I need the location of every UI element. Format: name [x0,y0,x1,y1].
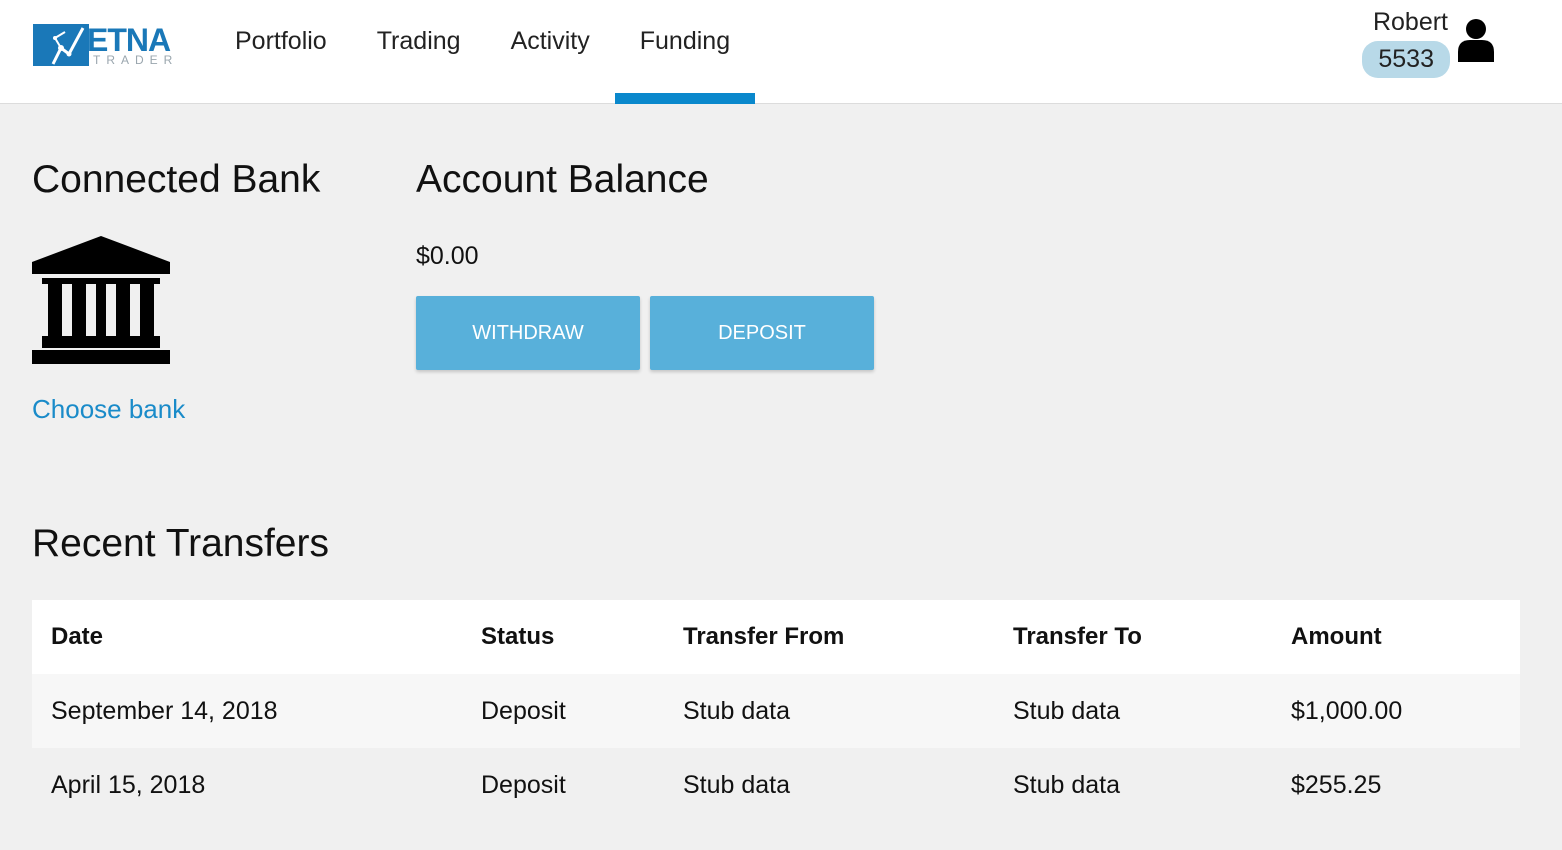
user-menu[interactable]: Robert 5533 [1296,6,1496,86]
bank-icon [32,236,170,364]
logo-subtitle: TRADER [93,53,179,67]
recent-transfers-title: Recent Transfers [32,522,329,565]
cell-transfer-from: Stub data [683,697,791,725]
column-header-transfer-from[interactable]: Transfer From [683,600,844,674]
top-navigation-bar: ETNA TRADER Portfolio Trading Activity F… [0,0,1562,104]
withdraw-button[interactable]: WITHDRAW [416,296,640,370]
cell-date: April 15, 2018 [51,771,206,799]
cell-status: Deposit [481,771,566,799]
table-header-row: Date Status Transfer From Transfer To Am… [32,600,1520,674]
account-balance-title: Account Balance [416,158,709,201]
logo-mark-icon [33,24,89,66]
column-header-status[interactable]: Status [481,600,554,674]
cell-transfer-to: Stub data [1013,771,1121,799]
deposit-button[interactable]: DEPOSIT [650,296,874,370]
user-name: Robert [1372,8,1448,36]
column-header-transfer-to[interactable]: Transfer To [1013,600,1142,674]
table-row[interactable]: September 14, 2018 Deposit Stub data Stu… [32,674,1520,748]
nav-item-activity[interactable]: Activity [486,0,615,104]
cell-amount: $1,000.00 [1291,697,1403,725]
nav-item-trading[interactable]: Trading [352,0,486,104]
etna-trader-logo[interactable]: ETNA TRADER [33,22,183,70]
nav-item-funding[interactable]: Funding [614,0,756,104]
cell-status: Deposit [481,697,566,725]
nav-item-portfolio[interactable]: Portfolio [210,0,352,104]
choose-bank-link[interactable]: Choose bank [32,392,185,426]
cell-transfer-from: Stub data [683,771,791,799]
connected-bank-title: Connected Bank [32,158,321,201]
account-balance-value: $0.00 [416,242,479,270]
cell-amount: $255.25 [1291,771,1382,799]
user-icon[interactable] [1456,18,1496,62]
transfers-table: Date Status Transfer From Transfer To Am… [32,600,1520,822]
cell-date: September 14, 2018 [51,697,278,725]
table-row[interactable]: April 15, 2018 Deposit Stub data Stub da… [32,748,1520,822]
column-header-date[interactable]: Date [51,600,103,674]
main-nav: Portfolio Trading Activity Funding [210,0,756,104]
account-number-badge: 5533 [1362,41,1450,78]
column-header-amount[interactable]: Amount [1291,600,1382,674]
cell-transfer-to: Stub data [1013,697,1121,725]
